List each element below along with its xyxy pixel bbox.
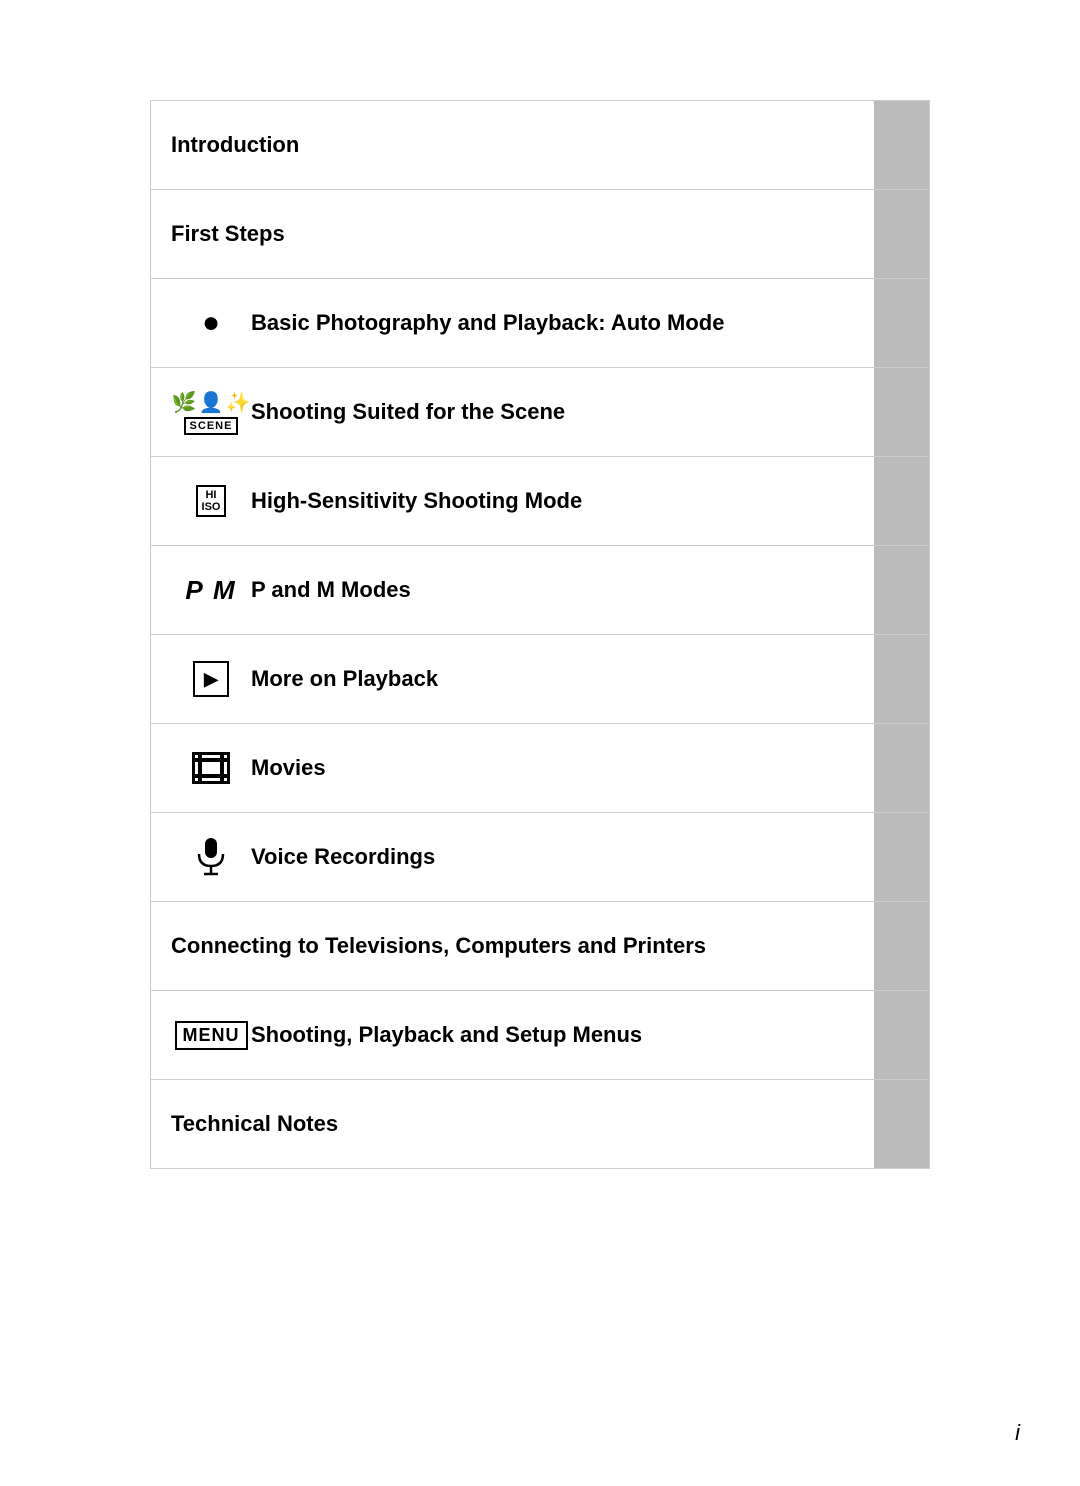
playback-icon: ▶	[171, 661, 251, 697]
toc-row-shooting-scene[interactable]: 🌿👤✨ SCENE Shooting Suited for the Scene	[150, 367, 930, 456]
toc-tab-pm-modes	[874, 546, 929, 634]
toc-label-high-sensitivity: High-Sensitivity Shooting Mode	[251, 487, 582, 516]
toc-tab-menus	[874, 991, 929, 1079]
toc-row-basic-photography[interactable]: ● Basic Photography and Playback: Auto M…	[150, 278, 930, 367]
toc-tab-more-playback	[874, 635, 929, 723]
toc-label-shooting-scene: Shooting Suited for the Scene	[251, 398, 565, 427]
toc-row-high-sensitivity[interactable]: HI ISO High-Sensitivity Shooting Mode	[150, 456, 930, 545]
menu-icon: MENU	[171, 1021, 251, 1050]
toc-tab-first-steps	[874, 190, 929, 278]
toc-label-basic-photography: Basic Photography and Playback: Auto Mod…	[251, 309, 724, 338]
toc-tab-movies	[874, 724, 929, 812]
toc-label-movies: Movies	[251, 754, 326, 783]
toc-row-introduction[interactable]: Introduction	[150, 100, 930, 189]
toc-label-more-playback: More on Playback	[251, 665, 438, 694]
toc-row-first-steps[interactable]: First Steps	[150, 189, 930, 278]
toc-tab-introduction	[874, 101, 929, 189]
toc-row-menus[interactable]: MENU Shooting, Playback and Setup Menus	[150, 990, 930, 1079]
toc-row-pm-modes[interactable]: P M P and M Modes	[150, 545, 930, 634]
page-container: Introduction First Steps ● Basic Photogr…	[0, 0, 1080, 1486]
toc-tab-technical-notes	[874, 1080, 929, 1168]
scene-icon: 🌿👤✨ SCENE	[171, 390, 251, 435]
toc-label-technical-notes: Technical Notes	[171, 1110, 338, 1139]
toc-row-connecting[interactable]: Connecting to Televisions, Computers and…	[150, 901, 930, 990]
toc-tab-basic-photography	[874, 279, 929, 367]
toc-row-movies[interactable]: Movies	[150, 723, 930, 812]
toc-row-more-playback[interactable]: ▶ More on Playback	[150, 634, 930, 723]
toc-label-pm-modes: P and M Modes	[251, 576, 411, 605]
toc-row-technical-notes[interactable]: Technical Notes	[150, 1079, 930, 1169]
pm-icon: P M	[171, 575, 251, 606]
toc-tab-voice-recordings	[874, 813, 929, 901]
camera-icon: ●	[171, 306, 251, 340]
microphone-icon	[171, 838, 251, 876]
toc-label-menus: Shooting, Playback and Setup Menus	[251, 1021, 642, 1050]
toc-table: Introduction First Steps ● Basic Photogr…	[150, 100, 930, 1169]
toc-tab-shooting-scene	[874, 368, 929, 456]
toc-tab-connecting	[874, 902, 929, 990]
toc-label-first-steps: First Steps	[171, 220, 285, 249]
toc-row-voice-recordings[interactable]: Voice Recordings	[150, 812, 930, 901]
movie-icon	[171, 752, 251, 784]
toc-label-voice-recordings: Voice Recordings	[251, 843, 435, 872]
toc-tab-high-sensitivity	[874, 457, 929, 545]
toc-label-connecting: Connecting to Televisions, Computers and…	[171, 932, 706, 961]
page-number: i	[1015, 1420, 1020, 1446]
toc-label-introduction: Introduction	[171, 131, 299, 160]
hi-iso-icon: HI ISO	[171, 485, 251, 517]
